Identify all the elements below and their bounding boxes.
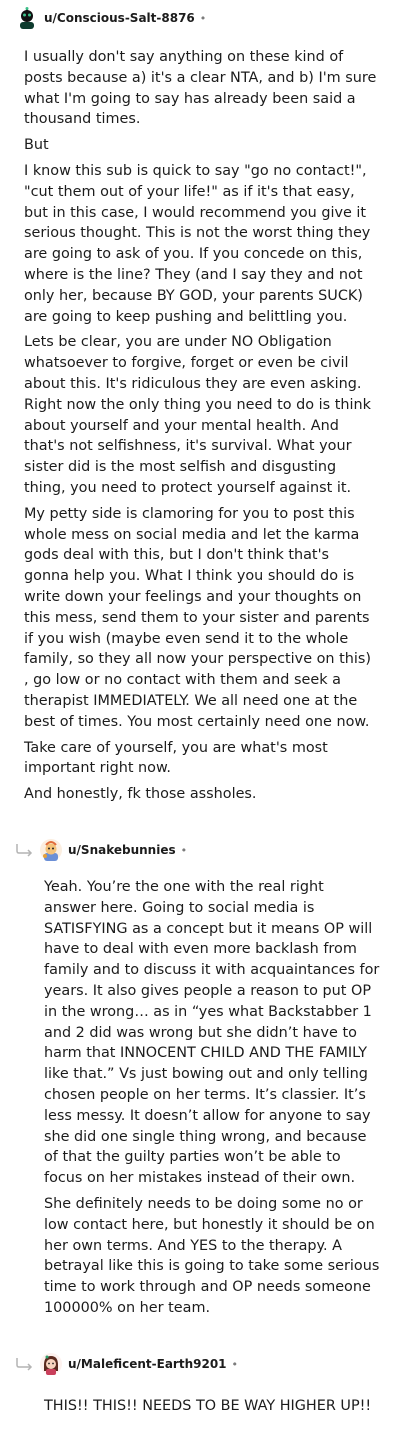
- comment-paragraph: I usually don't say anything on these ki…: [24, 49, 377, 128]
- reply-arrow-icon: [16, 1358, 33, 1371]
- comment-body: Yeah. You’re the one with the real right…: [0, 868, 400, 1319]
- username[interactable]: u/Snakebunnies: [68, 843, 176, 857]
- comment-paragraph: I know this sub is quick to say "go no c…: [24, 162, 371, 325]
- comment-paragraph: Lets be clear, you are under NO Obligati…: [24, 334, 371, 496]
- comment-paragraph: Take care of yourself, you are what's mo…: [24, 739, 328, 777]
- comment-header: u/Conscious-Salt-8876 •: [0, 0, 400, 36]
- username[interactable]: u/Conscious-Salt-8876: [44, 11, 195, 25]
- snoo-avatar-icon[interactable]: [40, 839, 62, 861]
- reply-arrow-icon: [16, 844, 33, 857]
- comment-paragraph: And honestly, fk those assholes.: [24, 786, 257, 803]
- separator-dot: •: [231, 1357, 239, 1371]
- comment-paragraph: She definitely needs to be doing some no…: [44, 1195, 380, 1316]
- comment-paragraph: THIS!! THIS!! NEEDS TO BE WAY HIGHER UP!…: [44, 1398, 372, 1414]
- separator-dot: •: [180, 843, 188, 857]
- username[interactable]: u/Maleficent-Earth9201: [68, 1357, 227, 1371]
- comment-paragraph: But: [24, 137, 49, 154]
- comment-body: THIS!! THIS!! NEEDS TO BE WAY HIGHER UP!…: [0, 1382, 400, 1417]
- comment-header: u/Snakebunnies •: [0, 832, 400, 868]
- comment-paragraph: My petty side is clamoring for you to po…: [24, 505, 371, 730]
- separator-dot: •: [199, 11, 207, 25]
- comment-header: u/Maleficent-Earth9201 •: [0, 1346, 400, 1382]
- comment: u/Conscious-Salt-8876 • I usually don't …: [0, 0, 400, 810]
- snoo-avatar-icon[interactable]: [16, 7, 38, 29]
- reply-comment: u/Snakebunnies • Yeah. You’re the one wi…: [0, 832, 400, 1324]
- comment-body: I usually don't say anything on these ki…: [0, 36, 400, 805]
- snoo-avatar-icon[interactable]: [40, 1353, 62, 1375]
- comment-paragraph: Yeah. You’re the one with the real right…: [44, 879, 380, 1187]
- reply-comment: u/Maleficent-Earth9201 • THIS!! THIS!! N…: [0, 1346, 400, 1422]
